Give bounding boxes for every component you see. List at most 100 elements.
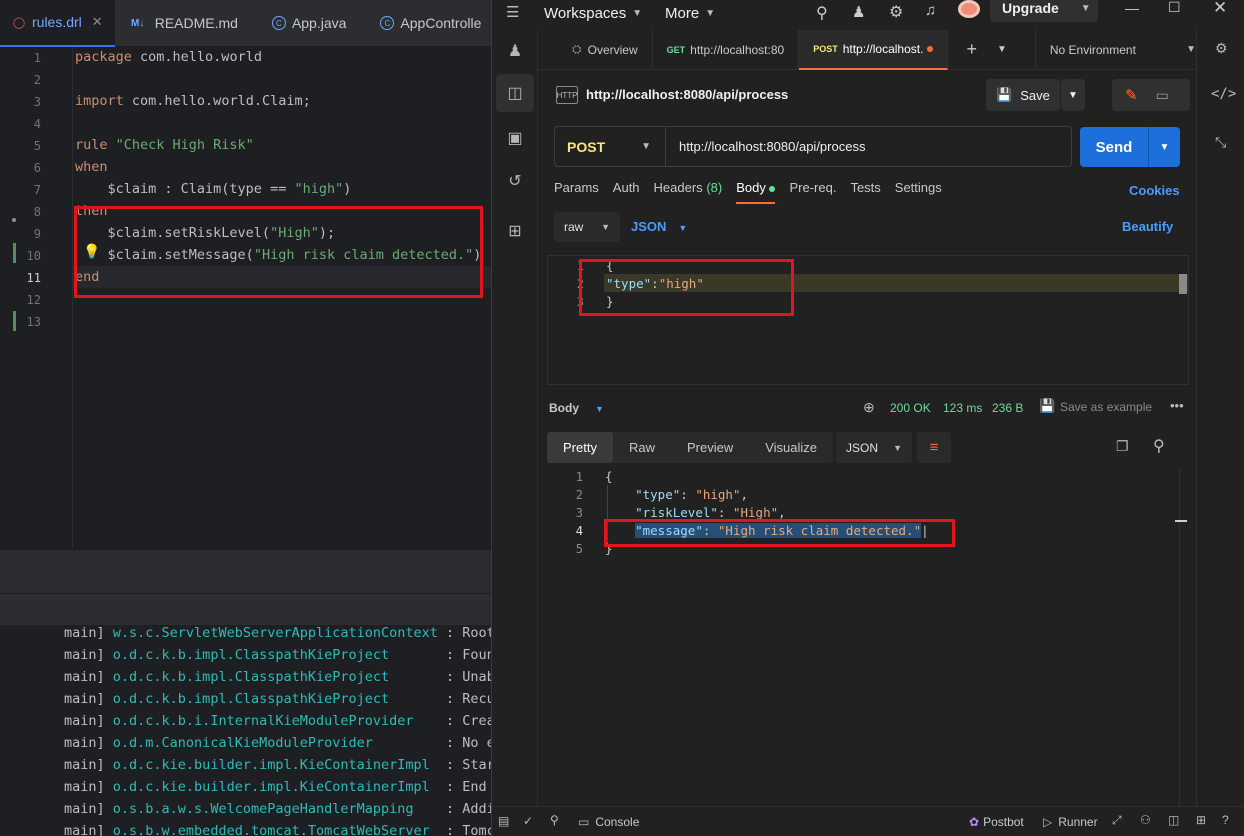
line-number: 3	[575, 506, 583, 520]
request-tabs: Params Auth Headers (8) Body Pre-req. Te…	[554, 180, 956, 204]
tab-preview[interactable]: Preview	[671, 432, 749, 463]
tab-headers[interactable]: Headers (8)	[654, 180, 723, 204]
request-title[interactable]: http://localhost:8080/api/process	[586, 87, 788, 102]
apps-icon[interactable]: ⊞	[504, 220, 526, 242]
tab-tests[interactable]: Tests	[850, 180, 880, 204]
postman-status-bar: ▤ ✓ ⚲ ▭ Console ✿ Postbot ▷ Runner ⤢ ⚇ ◫ ⊞ …	[492, 806, 1244, 836]
code-line: when	[75, 159, 108, 175]
console-button[interactable]: ▭ Console	[578, 815, 639, 829]
tab-raw[interactable]: Raw	[613, 432, 671, 463]
layout-icon[interactable]: ⊞	[1196, 813, 1206, 827]
beautify-link[interactable]: Beautify	[1122, 219, 1173, 234]
request-body-editor[interactable]: 1 2 3 { "type":"high" }	[547, 255, 1189, 385]
cookies-link[interactable]: Cookies	[1129, 183, 1180, 198]
help-icon[interactable]: ?	[1222, 813, 1229, 827]
search-icon[interactable]: ⚲	[550, 813, 559, 827]
postman-header: ☰ Workspaces ▼ More ▼ ⚲ ♟ ⚙ ♫ Upgrade ▼ — ☐…	[492, 0, 1244, 30]
postbot-button[interactable]: ✿ Postbot	[969, 815, 1024, 829]
response-size[interactable]: 236 B	[992, 401, 1023, 415]
trash-icon[interactable]: ◫	[504, 82, 526, 104]
tab-auth[interactable]: Auth	[613, 180, 640, 204]
settings-panel-icon[interactable]: ⚙	[1215, 40, 1228, 57]
cookies-icon[interactable]: ⚇	[1140, 813, 1151, 827]
search-icon[interactable]: ⚲	[1153, 436, 1165, 456]
tab-visualize[interactable]: Visualize	[749, 432, 833, 463]
line-number: 3	[33, 95, 41, 109]
sync-icon[interactable]: ✓	[523, 814, 533, 828]
code-line: $claim.setMessage("High risk claim detec…	[75, 247, 482, 263]
plus-icon[interactable]: +	[966, 39, 977, 60]
json-line: {	[605, 469, 613, 484]
log-line: main] o.d.c.kie.builder.impl.KieContaine…	[64, 779, 487, 795]
search-icon[interactable]: ⚲	[816, 3, 828, 23]
environment-icon[interactable]: ▣	[504, 127, 526, 149]
tab-settings[interactable]: Settings	[895, 180, 942, 204]
more-icon[interactable]: •••	[1170, 398, 1184, 413]
sidebar-toggle-icon[interactable]: ▤	[498, 814, 509, 828]
response-format-select[interactable]: JSON ▼	[836, 432, 912, 463]
more-menu[interactable]: More ▼	[665, 5, 715, 22]
tab-params[interactable]: Params	[554, 180, 599, 204]
chevron-down-icon[interactable]: ▼	[1149, 142, 1180, 153]
close-icon[interactable]: ✕	[92, 14, 103, 30]
save-options-button[interactable]: ▼	[1061, 79, 1085, 111]
wrap-lines-button[interactable]: ≡	[917, 432, 951, 463]
upgrade-button[interactable]: Upgrade ▼	[990, 0, 1098, 22]
line-number: 11	[26, 271, 41, 285]
close-icon[interactable]: ✕	[1213, 0, 1227, 18]
workspaces-menu[interactable]: Workspaces ▼	[544, 5, 642, 22]
related-icon[interactable]: ⤡	[1215, 134, 1226, 151]
save-as-example-button[interactable]: Save as example	[1060, 400, 1152, 414]
line-number: 12	[26, 293, 41, 307]
minimize-icon[interactable]: —	[1125, 0, 1139, 16]
response-time[interactable]: 123 ms	[943, 401, 982, 415]
runner-button[interactable]: ▷ Runner	[1043, 815, 1098, 829]
avatar[interactable]	[958, 0, 980, 18]
edit-button[interactable]: ✎ ▭	[1112, 79, 1190, 111]
response-body-label[interactable]: Body ▼	[549, 401, 604, 415]
maximize-icon[interactable]: ☐	[1168, 0, 1181, 16]
url-input[interactable]: http://localhost:8080/api/process	[666, 139, 865, 154]
run-console[interactable]: main] w.s.c.ServletWebServerApplicationC…	[0, 625, 492, 836]
user-icon[interactable]: ♟	[504, 40, 526, 62]
body-mode-select[interactable]: raw ▼	[554, 212, 620, 242]
tab-rules-drl[interactable]: ◯ rules.drl ✕	[0, 0, 115, 47]
invite-icon[interactable]: ♟	[852, 3, 865, 21]
save-button[interactable]: 💾 Save	[986, 79, 1060, 111]
response-body-viewer[interactable]: 1 2 3 4 5 { "type": "high", "riskLevel":…	[547, 467, 1189, 806]
chevron-down-icon: ▼	[678, 223, 688, 233]
trash-icon[interactable]: ◫	[1168, 813, 1179, 827]
tab-readme[interactable]: M↓ README.md	[115, 0, 250, 47]
code-icon[interactable]: </>	[1211, 86, 1236, 102]
history-icon[interactable]: ↺	[504, 170, 526, 192]
json-line: "type":"high"	[606, 276, 704, 291]
send-button[interactable]: Send ▼	[1080, 127, 1180, 167]
runner-icon: ▷	[1043, 815, 1053, 829]
tool-window-header	[0, 549, 492, 625]
scrollbar[interactable]	[1179, 467, 1189, 806]
capture-icon[interactable]: ⤢	[1112, 813, 1122, 828]
chevron-down-icon[interactable]: ▼	[997, 44, 1007, 55]
current-line-highlight	[73, 266, 492, 288]
tab-pretty[interactable]: Pretty	[547, 432, 613, 463]
environment-selector[interactable]: No Environment ▼	[1034, 29, 1196, 70]
menu-icon[interactable]: ☰	[506, 3, 519, 21]
code-editor[interactable]: 💡 1 2 3 4 5 6 7 8 9 10 11 12 13 package …	[5, 47, 492, 549]
scrollbar-thumb[interactable]	[1175, 520, 1187, 522]
scrollbar[interactable]	[1179, 274, 1187, 294]
json-line: }	[606, 294, 614, 309]
status-code[interactable]: 200 OK	[890, 401, 931, 415]
gear-icon[interactable]: ⚙	[889, 2, 903, 22]
tab-overview[interactable]: ⛭ Overview	[538, 29, 653, 70]
tab-prereq[interactable]: Pre-req.	[789, 180, 836, 204]
copy-icon[interactable]: ❐	[1116, 438, 1129, 455]
bell-icon[interactable]: ♫	[925, 2, 936, 19]
tab-get-request[interactable]: GET http://localhost:80	[653, 29, 800, 70]
body-language-select[interactable]: JSON ▼	[631, 219, 687, 234]
tab-label: AppControlle	[400, 15, 482, 31]
tab-app-controller[interactable]: C AppControlle	[358, 0, 492, 47]
tab-body[interactable]: Body	[736, 180, 776, 204]
tab-post-request[interactable]: POST http://localhost.	[799, 29, 949, 70]
tab-app-java[interactable]: C App.java	[250, 0, 358, 47]
method-select[interactable]: POST ▼	[555, 127, 666, 166]
